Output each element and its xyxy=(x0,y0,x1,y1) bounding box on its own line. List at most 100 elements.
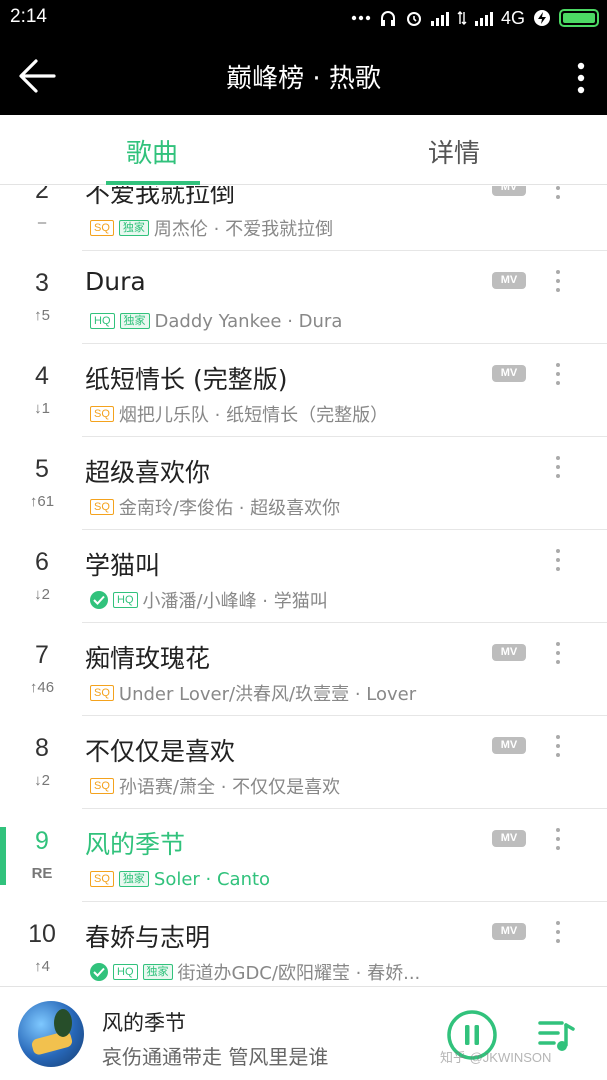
song-artist: Daddy Yankee · Dura xyxy=(154,310,343,332)
rank-change: ↓2 xyxy=(34,772,50,789)
cover-art-figure xyxy=(54,1009,72,1037)
downloaded-check-icon xyxy=(90,591,108,609)
signal-icon xyxy=(430,10,449,26)
more-vertical-icon[interactable] xyxy=(552,455,564,479)
tab-active-indicator xyxy=(106,181,200,185)
mv-button[interactable]: MV xyxy=(492,923,526,940)
page-title: 巅峰榜 · 热歌 xyxy=(226,64,381,94)
more-vertical-icon[interactable] xyxy=(552,827,564,851)
song-artist: Soler · Canto xyxy=(153,868,271,890)
rank-change: ↑5 xyxy=(34,307,50,324)
mv-button[interactable]: MV xyxy=(492,737,526,754)
quality-badge: SQ xyxy=(90,778,114,794)
data-transfer-icon xyxy=(457,11,467,25)
quality-badge: HQ xyxy=(90,313,115,329)
song-title: 痴情玫瑰花 xyxy=(85,644,211,673)
song-artist: 烟把儿乐队 · 纸短情长（完整版） xyxy=(118,405,389,426)
mini-player[interactable]: 风的季节 哀伤通通带走 管风里是谁 知乎 @JKWINSON xyxy=(0,986,607,1080)
song-row[interactable]: 8 ↓2 不仅仅是喜欢 SQ 孙语赛/萧全 · 不仅仅是喜欢 MV xyxy=(0,716,607,809)
rank-change: ↑4 xyxy=(34,958,50,975)
more-vertical-icon[interactable] xyxy=(552,269,564,293)
song-rank: 9 xyxy=(35,827,49,855)
quality-badge: HQ xyxy=(113,592,138,608)
player-lyric: 哀伤通通带走 管风里是谁 xyxy=(102,1045,329,1069)
tab-details[interactable]: 详情 xyxy=(428,133,480,170)
more-vertical-icon[interactable] xyxy=(552,641,564,665)
signal-icon-2 xyxy=(474,10,493,26)
song-row[interactable]: 2 – 不爱我就拉倒 SQ 独家 周杰伦 · 不爱我就拉倒 MV xyxy=(0,186,607,251)
more-vertical-icon[interactable] xyxy=(552,920,564,944)
more-vertical-icon[interactable] xyxy=(552,186,564,200)
mv-button[interactable]: MV xyxy=(492,186,526,196)
song-artist: Under Lover/洪春风/玖壹壹 · Lover xyxy=(118,684,417,705)
song-title: 学猫叫 xyxy=(85,551,161,580)
more-vertical-icon[interactable] xyxy=(577,62,585,94)
song-meta: SQ 独家 Soler · Canto xyxy=(90,867,270,891)
more-vertical-icon[interactable] xyxy=(552,734,564,758)
watermark: 知乎 @JKWINSON xyxy=(440,1050,552,1065)
song-meta: SQ Under Lover/洪春风/玖壹壹 · Lover xyxy=(90,681,416,705)
battery-icon xyxy=(559,9,599,27)
charging-icon xyxy=(534,10,550,26)
song-rank: 10 xyxy=(28,920,56,948)
song-title: 不爱我就拉倒 xyxy=(85,186,236,208)
album-cover[interactable] xyxy=(18,1001,84,1067)
song-rank: 6 xyxy=(35,548,49,576)
status-icons: 4G xyxy=(351,4,599,32)
song-artist: 孙语赛/萧全 · 不仅仅是喜欢 xyxy=(118,777,341,798)
song-title: Dura xyxy=(85,267,146,296)
song-meta: SQ 独家 周杰伦 · 不爱我就拉倒 xyxy=(90,216,333,240)
rank-change: ↓1 xyxy=(34,400,50,417)
song-title: 春娇与志明 xyxy=(85,923,211,952)
mv-button[interactable]: MV xyxy=(492,365,526,382)
exclusive-badge: 独家 xyxy=(118,220,149,236)
more-dots-icon xyxy=(351,15,371,21)
song-artist: 周杰伦 · 不爱我就拉倒 xyxy=(153,219,334,240)
song-row[interactable]: 4 ↓1 纸短情长 (完整版) SQ 烟把儿乐队 · 纸短情长（完整版） MV xyxy=(0,344,607,437)
song-row-active[interactable]: 9 RE 风的季节 SQ 独家 Soler · Canto MV xyxy=(0,809,607,902)
song-meta: HQ 独家 Daddy Yankee · Dura xyxy=(90,309,342,333)
song-title: 纸短情长 (完整版) xyxy=(85,365,288,394)
headphone-icon xyxy=(380,11,395,26)
quality-badge: HQ xyxy=(113,964,138,980)
song-list[interactable]: 2 – 不爱我就拉倒 SQ 独家 周杰伦 · 不爱我就拉倒 MV 3 ↑5 Du… xyxy=(0,186,607,986)
song-row[interactable]: 5 ↑61 超级喜欢你 SQ 金南玲/李俊佑 · 超级喜欢你 xyxy=(0,437,607,530)
song-row[interactable]: 3 ↑5 Dura HQ 独家 Daddy Yankee · Dura MV xyxy=(0,251,607,344)
song-title: 风的季节 xyxy=(85,830,186,859)
rank-change: RE xyxy=(31,865,53,882)
song-row[interactable]: 6 ↓2 学猫叫 HQ 小潘潘/小峰峰 · 学猫叫 xyxy=(0,530,607,623)
status-time: 2:14 xyxy=(10,6,47,27)
exclusive-badge: 独家 xyxy=(142,964,173,980)
status-bar: 2:14 4G xyxy=(0,0,607,36)
exclusive-badge: 独家 xyxy=(118,871,149,887)
more-vertical-icon[interactable] xyxy=(552,548,564,572)
more-vertical-icon[interactable] xyxy=(552,362,564,386)
song-rank: 7 xyxy=(35,641,49,669)
song-meta: HQ 独家 街道办GDC/欧阳耀莹 · 春娇... xyxy=(90,960,420,984)
quality-badge: SQ xyxy=(90,685,114,701)
exclusive-badge: 独家 xyxy=(119,313,150,329)
downloaded-check-icon xyxy=(90,963,108,981)
quality-badge: SQ xyxy=(90,871,114,887)
song-rank: 3 xyxy=(35,269,49,297)
song-artist: 街道办GDC/欧阳耀莹 · 春娇... xyxy=(177,963,421,984)
rank-change: ↑46 xyxy=(29,679,55,696)
song-meta: SQ 孙语赛/萧全 · 不仅仅是喜欢 xyxy=(90,774,340,798)
mv-button[interactable]: MV xyxy=(492,830,526,847)
quality-badge: SQ xyxy=(90,406,114,422)
song-meta: HQ 小潘潘/小峰峰 · 学猫叫 xyxy=(90,588,328,612)
tab-songs[interactable]: 歌曲 xyxy=(126,133,178,170)
song-row[interactable]: 10 ↑4 春娇与志明 HQ 独家 街道办GDC/欧阳耀莹 · 春娇... MV xyxy=(0,902,607,986)
song-row[interactable]: 7 ↑46 痴情玫瑰花 SQ Under Lover/洪春风/玖壹壹 · Lov… xyxy=(0,623,607,716)
mv-button[interactable]: MV xyxy=(492,272,526,289)
song-meta: SQ 金南玲/李俊佑 · 超级喜欢你 xyxy=(90,495,340,519)
song-rank: 8 xyxy=(35,734,49,762)
song-title: 不仅仅是喜欢 xyxy=(85,737,236,766)
mv-button[interactable]: MV xyxy=(492,644,526,661)
alarm-icon xyxy=(406,12,421,26)
network-type: 4G xyxy=(500,7,525,28)
song-rank: 5 xyxy=(35,455,49,483)
rank-change: ↓2 xyxy=(34,586,50,603)
rank-change: ↑61 xyxy=(29,493,55,510)
song-rank: 4 xyxy=(35,362,49,390)
